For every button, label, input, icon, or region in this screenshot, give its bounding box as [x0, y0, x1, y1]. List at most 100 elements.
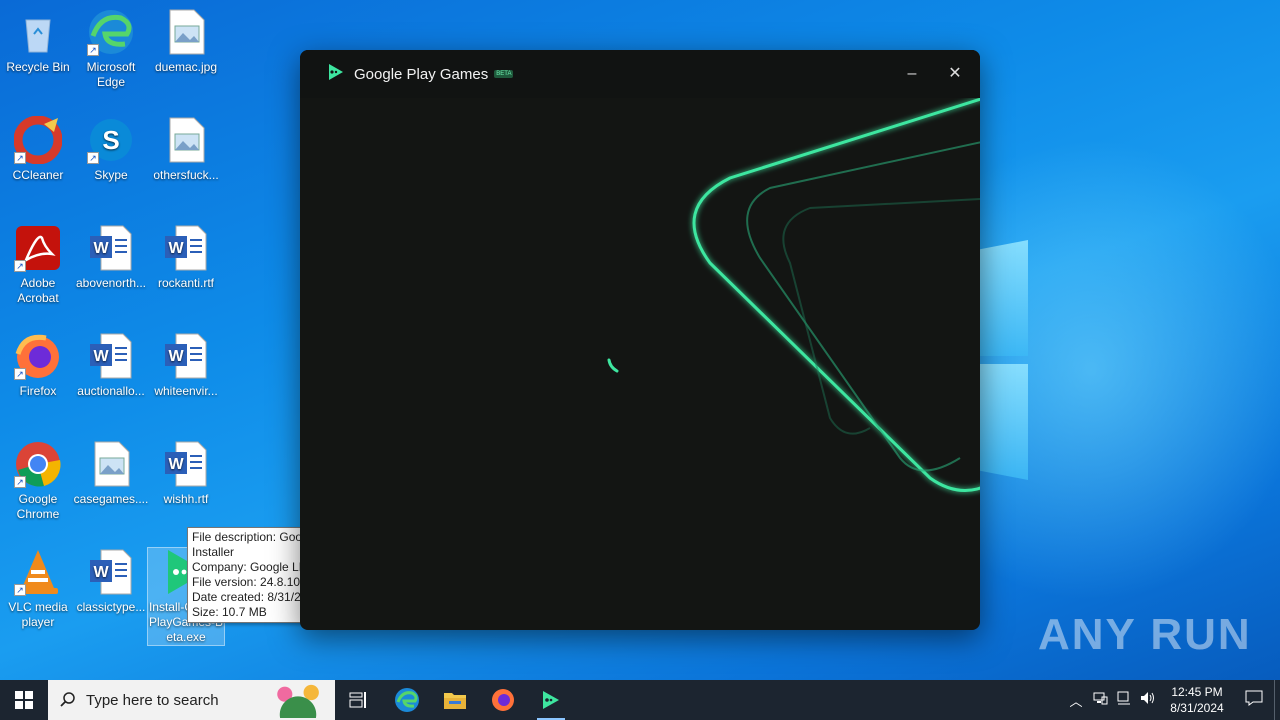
svg-text:W: W: [168, 348, 184, 365]
image-file-icon: [162, 116, 210, 164]
task-view-icon: [349, 692, 366, 708]
show-hidden-icons-chevron-icon[interactable]: ︿: [1064, 691, 1088, 710]
desktop-icon[interactable]: Wclassictype...: [73, 548, 149, 615]
play-games-icon: [543, 691, 559, 709]
desktop-icon[interactable]: Recycle Bin: [0, 8, 76, 75]
desktop-icon[interactable]: othersfuck...: [148, 116, 224, 183]
svg-text:W: W: [93, 348, 109, 365]
taskbar-firefox[interactable]: [479, 680, 527, 720]
edge-icon: ↗: [87, 8, 135, 56]
search-icon: [60, 692, 75, 707]
image-file-icon: [87, 440, 135, 488]
volume-icon[interactable]: [1136, 690, 1160, 711]
skype-icon: S ↗: [87, 116, 135, 164]
desktop-icon-label: Recycle Bin: [6, 60, 70, 74]
desktop-icon-label: whiteenvir...: [154, 384, 218, 398]
shortcut-arrow-icon: ↗: [87, 44, 99, 56]
svg-text:W: W: [93, 564, 109, 581]
vlc-icon: ↗: [14, 548, 62, 596]
firefox-icon: [492, 689, 514, 711]
desktop-icon[interactable]: Wwishh.rtf: [148, 440, 224, 507]
desktop-icon[interactable]: S ↗ Skype: [73, 116, 149, 183]
chrome-icon: ↗: [14, 440, 62, 488]
task-view-button[interactable]: [335, 680, 383, 720]
acrobat-icon: ↗: [14, 224, 62, 272]
firefox-icon: ↗: [14, 332, 62, 380]
start-button[interactable]: [0, 680, 48, 720]
shortcut-arrow-icon: ↗: [14, 476, 26, 488]
desktop-icon[interactable]: ↗ Adobe Acrobat: [0, 224, 76, 306]
desktop-icon[interactable]: ↗ Firefox: [0, 332, 76, 399]
action-center-tray-icon[interactable]: [1112, 690, 1136, 711]
desktop-icon[interactable]: Wabovenorth...: [73, 224, 149, 291]
desktop-icon-label: othersfuck...: [153, 168, 219, 182]
image-file-icon: [162, 8, 210, 56]
desktop-icon-label: Adobe Acrobat: [17, 276, 59, 305]
close-button[interactable]: ✕: [943, 62, 967, 86]
shortcut-arrow-icon: ↗: [14, 368, 26, 380]
desktop-icon-label: casegames....: [73, 492, 149, 506]
play-games-window: Google Play Games BETA – ✕: [300, 50, 980, 630]
clock-date: 8/31/2024: [1170, 701, 1224, 715]
desktop-icon[interactable]: Wrockanti.rtf: [148, 224, 224, 291]
window-titlebar[interactable]: Google Play Games BETA – ✕: [300, 50, 980, 98]
desktop-icon[interactable]: Wwhiteenvir...: [148, 332, 224, 399]
shortcut-arrow-icon: ↗: [14, 152, 26, 164]
desktop-icon-label: duemac.jpg: [154, 60, 218, 74]
desktop-icon-label: VLC media player: [8, 600, 68, 629]
taskbar-clock[interactable]: 12:45 PM 8/31/2024: [1166, 684, 1228, 716]
word-file-icon: W: [162, 440, 210, 488]
desktop-icon[interactable]: duemac.jpg: [148, 8, 224, 75]
recycle-bin-icon: [14, 8, 62, 56]
desktop-icon[interactable]: ↗ CCleaner: [0, 115, 76, 183]
word-file-icon: W: [87, 332, 135, 380]
desktop-icon-label: auctionallo...: [77, 384, 145, 398]
anyrun-watermark: ANY RUN: [1038, 610, 1252, 659]
minimize-button[interactable]: –: [900, 62, 924, 86]
desktop-icon-label: Skype: [94, 168, 128, 182]
desktop-icon[interactable]: ↗ Microsoft Edge: [73, 8, 149, 90]
desktop-icon-label: Firefox: [19, 384, 57, 398]
clock-time: 12:45 PM: [1171, 685, 1223, 699]
system-tray: ︿ 12:45 PM 8/31/2024: [1064, 680, 1280, 720]
shortcut-arrow-icon: ↗: [14, 584, 26, 596]
desktop-icon-label: Microsoft Edge: [86, 60, 136, 89]
taskbar-edge[interactable]: [383, 680, 431, 720]
show-desktop-button[interactable]: [1274, 680, 1280, 720]
taskbar-search-box[interactable]: Type here to search: [48, 680, 335, 720]
shortcut-arrow-icon: ↗: [87, 152, 99, 164]
word-file-icon: W: [162, 332, 210, 380]
windows-wallpaper-logo: [980, 240, 1030, 480]
taskbar: Type here to search ︿ 12:45 PM 8/31/2024: [0, 680, 1280, 720]
word-file-icon: W: [162, 224, 210, 272]
taskbar-file-explorer[interactable]: [431, 680, 479, 720]
notifications-icon[interactable]: [1234, 690, 1274, 711]
ccleaner-icon: ↗: [13, 115, 63, 165]
taskbar-play-games[interactable]: [527, 680, 575, 720]
desktop-icon-label: abovenorth...: [75, 276, 147, 290]
beta-badge: BETA: [494, 70, 514, 78]
network-tray-icon[interactable]: [1088, 690, 1112, 711]
desktop-icon-label: rockanti.rtf: [157, 276, 214, 290]
word-file-icon: W: [87, 224, 135, 272]
loading-spinner: [607, 358, 619, 373]
desktop-icon[interactable]: casegames....: [73, 440, 149, 507]
window-title: Google Play Games: [354, 65, 489, 83]
shortcut-arrow-icon: ↗: [14, 260, 26, 272]
folder-icon: [444, 693, 466, 709]
windows-icon: [15, 691, 33, 709]
search-placeholder: Type here to search: [86, 691, 219, 709]
desktop-icon-label: wishh.rtf: [163, 492, 209, 506]
svg-text:W: W: [93, 240, 109, 257]
play-games-logo-icon: [326, 62, 346, 87]
desktop-icon[interactable]: Wauctionallo...: [73, 332, 149, 399]
desktop-icon-label: Google Chrome: [16, 492, 60, 521]
desktop-icon[interactable]: ↗ Google Chrome: [0, 440, 76, 522]
edge-icon: [395, 688, 419, 712]
search-highlight-illustration-icon: [265, 684, 331, 718]
decorative-triangle-outlines: [692, 98, 980, 492]
desktop-icon-label: CCleaner: [12, 168, 64, 182]
desktop-icon[interactable]: ↗ VLC media player: [0, 548, 76, 630]
svg-text:W: W: [168, 456, 184, 473]
word-file-icon: W: [87, 548, 135, 596]
